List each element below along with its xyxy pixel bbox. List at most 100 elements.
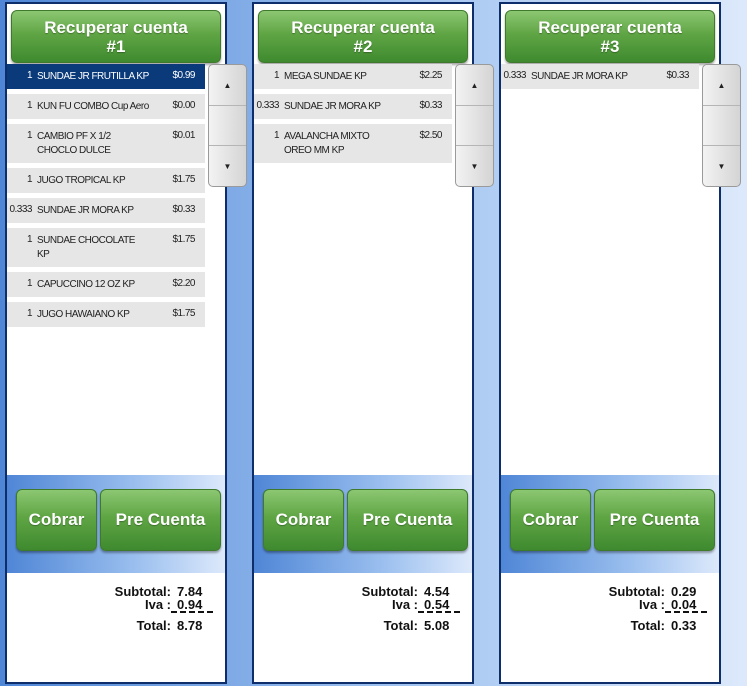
item-price: $0.99: [172, 70, 195, 81]
recover-account-button[interactable]: Recuperar cuenta #3: [505, 10, 715, 63]
item-name: CAMBIO PF X 1/2 CHOCLO DULCE: [37, 131, 111, 156]
iva-value: 0.94: [171, 598, 213, 613]
action-area: Cobrar Pre Cuenta: [7, 475, 225, 573]
item-qty: 0.333: [9, 204, 32, 215]
iva-row: Iva : 0.54: [392, 598, 460, 613]
recover-title: Recuperar cuenta: [291, 17, 435, 37]
triangle-down-icon: ▼: [223, 161, 232, 171]
totals-section: Subtotal: 0.29 Iva : 0.04 Total: 0.33: [501, 573, 719, 682]
order-item[interactable]: 1 KUN FU COMBO Cup Aero $0.00: [7, 94, 205, 119]
item-name: JUGO HAWAIANO KP: [37, 309, 130, 320]
item-name: CAPUCCINO 12 OZ KP: [37, 279, 135, 290]
total-value: 8.78: [177, 618, 203, 633]
totals-section: Subtotal: 7.84 Iva : 0.94 Total: 8.78: [7, 573, 225, 682]
action-area: Cobrar Pre Cuenta: [501, 475, 719, 573]
item-qty: 1: [26, 130, 33, 141]
item-name: SUNDAE JR FRUTILLA KP: [37, 71, 149, 82]
recover-number: #3: [600, 36, 620, 56]
order-items-list: 0.333 SUNDAE JR MORA KP $0.33: [501, 64, 699, 94]
total-row: Total: 8.78: [137, 619, 213, 633]
scroll-down-button[interactable]: ▼: [456, 145, 493, 186]
order-item[interactable]: 1 JUGO TROPICAL KP $1.75: [7, 168, 205, 193]
order-item[interactable]: 1 JUGO HAWAIANO KP $1.75: [7, 302, 205, 327]
item-qty: 1: [273, 70, 280, 81]
item-name: SUNDAE CHOCOLATE KP: [37, 235, 135, 260]
item-price: $2.25: [419, 70, 442, 81]
scroll-up-button[interactable]: ▲: [456, 65, 493, 106]
pre-cuenta-button[interactable]: Pre Cuenta: [594, 489, 715, 551]
order-item[interactable]: 1 CAMBIO PF X 1/2 CHOCLO DULCE $0.01: [7, 124, 205, 163]
item-qty: 1: [26, 174, 33, 185]
list-scroller[interactable]: ▲ ▼: [455, 64, 494, 187]
scroll-down-button[interactable]: ▼: [209, 145, 246, 186]
item-qty: 1: [26, 278, 33, 289]
item-price: $0.01: [172, 130, 195, 141]
iva-row: Iva : 0.94: [145, 598, 213, 613]
item-price: $1.75: [172, 174, 195, 185]
triangle-up-icon: ▲: [223, 80, 232, 90]
item-price: $1.75: [172, 234, 195, 245]
total-label: Total:: [136, 618, 171, 633]
order-items-list: 1 MEGA SUNDAE KP $2.25 0.333 SUNDAE JR M…: [254, 64, 452, 168]
total-value: 5.08: [424, 618, 450, 633]
total-row: Total: 5.08: [384, 619, 460, 633]
list-scroller[interactable]: ▲ ▼: [702, 64, 741, 187]
item-name: SUNDAE JR MORA KP: [37, 205, 134, 216]
scroll-up-button[interactable]: ▲: [703, 65, 740, 106]
item-qty: 1: [26, 308, 33, 319]
scroll-up-button[interactable]: ▲: [209, 65, 246, 106]
order-item[interactable]: 0.333 SUNDAE JR MORA KP $0.33: [254, 94, 452, 119]
item-name: SUNDAE JR MORA KP: [531, 71, 628, 82]
iva-value: 0.04: [665, 598, 707, 613]
total-label: Total:: [383, 618, 418, 633]
triangle-up-icon: ▲: [470, 80, 479, 90]
recover-number: #2: [353, 36, 373, 56]
list-scroller[interactable]: ▲ ▼: [208, 64, 247, 187]
order-item[interactable]: 1 CAPUCCINO 12 OZ KP $2.20: [7, 272, 205, 297]
panel-header: Recuperar cuenta #3: [501, 4, 719, 66]
item-qty: 1: [26, 234, 33, 245]
scroll-down-button[interactable]: ▼: [703, 145, 740, 186]
pre-cuenta-button[interactable]: Pre Cuenta: [347, 489, 468, 551]
iva-row: Iva : 0.04: [639, 598, 707, 613]
item-price: $0.33: [172, 204, 195, 215]
recover-account-button[interactable]: Recuperar cuenta #1: [11, 10, 221, 63]
cobrar-button[interactable]: Cobrar: [16, 489, 97, 551]
item-qty: 0.333: [503, 70, 526, 81]
total-row: Total: 0.33: [631, 619, 707, 633]
item-price: $2.50: [419, 130, 442, 141]
action-area: Cobrar Pre Cuenta: [254, 475, 472, 573]
order-item[interactable]: 0.333 SUNDAE JR MORA KP $0.33: [7, 198, 205, 223]
order-item[interactable]: 1 SUNDAE JR FRUTILLA KP $0.99: [7, 64, 205, 89]
recover-title: Recuperar cuenta: [538, 17, 682, 37]
item-price: $2.20: [172, 278, 195, 289]
recover-account-button[interactable]: Recuperar cuenta #2: [258, 10, 468, 63]
iva-label: Iva :: [144, 597, 171, 612]
pre-cuenta-button[interactable]: Pre Cuenta: [100, 489, 221, 551]
item-name: MEGA SUNDAE KP: [284, 71, 367, 82]
triangle-down-icon: ▼: [717, 161, 726, 171]
order-item[interactable]: 1 AVALANCHA MIXTO OREO MM KP $2.50: [254, 124, 452, 163]
total-value: 0.33: [671, 618, 697, 633]
panel-header: Recuperar cuenta #2: [254, 4, 472, 66]
order-item[interactable]: 1 SUNDAE CHOCOLATE KP $1.75: [7, 228, 205, 267]
item-price: $0.33: [419, 100, 442, 111]
account-panel: Recuperar cuenta #2 1 MEGA SUNDAE KP $2.…: [252, 2, 494, 684]
iva-label: Iva :: [391, 597, 418, 612]
item-price: $0.00: [172, 100, 195, 111]
cobrar-button[interactable]: Cobrar: [263, 489, 344, 551]
account-panel: Recuperar cuenta #1 1 SUNDAE JR FRUTILLA…: [5, 2, 247, 684]
account-panel: Recuperar cuenta #3 0.333 SUNDAE JR MORA…: [499, 2, 741, 684]
iva-value: 0.54: [418, 598, 460, 613]
item-qty: 1: [273, 130, 280, 141]
order-item[interactable]: 1 MEGA SUNDAE KP $2.25: [254, 64, 452, 89]
recover-title: Recuperar cuenta: [44, 17, 188, 37]
item-name: JUGO TROPICAL KP: [37, 175, 126, 186]
order-items-list: 1 SUNDAE JR FRUTILLA KP $0.99 1 KUN FU C…: [7, 64, 205, 332]
total-label: Total:: [630, 618, 665, 633]
order-item[interactable]: 0.333 SUNDAE JR MORA KP $0.33: [501, 64, 699, 89]
iva-label: Iva :: [638, 597, 665, 612]
cobrar-button[interactable]: Cobrar: [510, 489, 591, 551]
item-price: $1.75: [172, 308, 195, 319]
item-name: SUNDAE JR MORA KP: [284, 101, 381, 112]
